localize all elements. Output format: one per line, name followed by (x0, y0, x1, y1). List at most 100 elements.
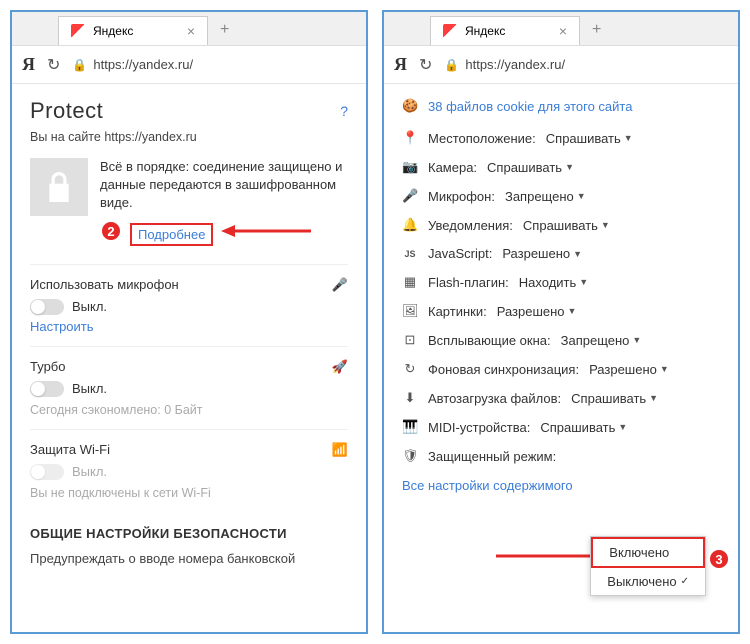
protect-title: Protect (30, 98, 103, 124)
tab-title: Яндекс (93, 24, 133, 38)
permission-label: Картинки: (428, 304, 487, 319)
permissions-list: 📍Местоположение:Спрашивать▼📷Камера:Спраш… (402, 130, 720, 464)
turbo-state: Выкл. (72, 381, 107, 396)
permission-value[interactable]: Спрашивать▼ (571, 391, 658, 406)
permission-label: Flash-плагин: (428, 275, 509, 290)
close-tab-icon[interactable]: × (559, 23, 567, 39)
reload-icon[interactable]: ↻ (47, 55, 60, 75)
url-field[interactable]: 🔒 https://yandex.ru/ (72, 57, 356, 72)
dropdown-option-off[interactable]: Выключено ✓ (591, 568, 705, 595)
new-tab-button[interactable]: + (580, 15, 613, 45)
caret-down-icon: ▼ (624, 133, 633, 143)
browser-tab[interactable]: Яндекс × (58, 16, 208, 45)
connection-status-text: Всё в порядке: соединение защищено и дан… (100, 158, 348, 213)
permission-icon: 🎹 (402, 419, 418, 435)
permission-label: Фоновая синхронизация: (428, 362, 579, 377)
permission-row[interactable]: 🔔 Уведомления: Спрашивать▼ (402, 217, 720, 233)
step-badge-2: 2 (100, 220, 122, 242)
mic-configure-link[interactable]: Настроить (30, 319, 348, 334)
permission-label: Всплывающие окна: (428, 333, 551, 348)
url-field[interactable]: 🔒 https://yandex.ru/ (444, 57, 728, 72)
tab-title: Яндекс (465, 24, 505, 38)
more-details-link[interactable]: Подробнее (130, 223, 213, 246)
permission-value[interactable]: Спрашивать▼ (540, 420, 627, 435)
permission-icon: ↻ (402, 361, 418, 377)
rocket-icon: 🚀 (332, 359, 348, 375)
caret-down-icon: ▼ (579, 277, 588, 287)
permission-label: Уведомления: (428, 218, 513, 233)
permission-row[interactable]: 📍 Местоположение: Спрашивать▼ (402, 130, 720, 146)
permission-row[interactable]: 🎹 MIDI-устройства: Спрашивать▼ (402, 419, 720, 435)
wifi-section: Защита Wi-Fi 📶 Выкл. Вы не подключены к … (30, 429, 348, 512)
permission-value[interactable]: Спрашивать▼ (487, 160, 574, 175)
yandex-logo-icon[interactable]: Я (394, 54, 407, 75)
permission-icon: ⬇ (402, 390, 418, 406)
cookie-icon: 🍪 (402, 98, 418, 114)
help-icon[interactable]: ? (340, 103, 348, 119)
permission-row[interactable]: ↻ Фоновая синхронизация: Разрешено▼ (402, 361, 720, 377)
permission-label: Микрофон: (428, 189, 495, 204)
permission-value[interactable]: Разрешено▼ (502, 246, 582, 261)
wifi-warn: Вы не подключены к сети Wi-Fi (30, 486, 348, 500)
url-text: https://yandex.ru/ (465, 57, 565, 72)
permission-row[interactable]: JSJavaScript:Разрешено▼ (402, 246, 720, 261)
permission-value[interactable]: Разрешено▼ (589, 362, 669, 377)
permission-row[interactable]: ⬇Автозагрузка файлов:Спрашивать▼ (402, 390, 720, 406)
reload-icon[interactable]: ↻ (419, 55, 432, 75)
protect-panel: Protect ? Вы на сайте https://yandex.ru … (12, 84, 366, 632)
tab-bar: Яндекс × + (384, 12, 738, 46)
caret-down-icon: ▼ (618, 422, 627, 432)
browser-window-left: Яндекс × + Я ↻ 🔒 https://yandex.ru/ Prot… (10, 10, 368, 634)
permission-value[interactable]: Разрешено▼ (497, 304, 577, 319)
close-tab-icon[interactable]: × (187, 23, 195, 39)
step-badge-3: 3 (708, 548, 730, 570)
security-settings-heading: ОБЩИЕ НАСТРОЙКИ БЕЗОПАСНОСТИ (30, 526, 348, 541)
permission-value[interactable]: Запрещено▼ (561, 333, 642, 348)
wifi-toggle (30, 464, 64, 480)
caret-down-icon: ▼ (573, 249, 582, 259)
permission-label: Защищенный режим: (428, 449, 556, 464)
permission-icon: 📍 (402, 130, 418, 146)
permission-value[interactable]: Спрашивать▼ (546, 131, 633, 146)
yandex-favicon (443, 24, 457, 38)
lock-icon[interactable]: 🔒 (444, 58, 459, 72)
permission-icon: ▦ (402, 274, 418, 290)
microphone-section: Использовать микрофон 🎤 Выкл. Настроить (30, 264, 348, 346)
caret-down-icon: ▼ (565, 162, 574, 172)
browser-tab[interactable]: Яндекс × (430, 16, 580, 45)
turbo-section: Турбо 🚀 Выкл. Сегодня сэкономлено: 0 Бай… (30, 346, 348, 429)
caret-down-icon: ▼ (649, 393, 658, 403)
permission-value[interactable]: Находить▼ (519, 275, 588, 290)
tab-bar: Яндекс × + (12, 12, 366, 46)
permission-row[interactable]: ▦ Flash-плагин: Находить▼ (402, 274, 720, 290)
new-tab-button[interactable]: + (208, 15, 241, 45)
permission-row[interactable]: 🛡 Защищенный режим: (402, 448, 720, 464)
permission-label: Камера: (428, 160, 477, 175)
permission-icon: 🔔 (402, 217, 418, 233)
cookies-link[interactable]: 38 файлов cookie для этого сайта (428, 99, 632, 114)
permission-label: MIDI-устройства: (428, 420, 530, 435)
permission-row[interactable]: 🖼Картинки:Разрешено▼ (402, 303, 720, 319)
permission-icon: 🎤 (402, 188, 418, 204)
permission-row[interactable]: 📷Камера:Спрашивать▼ (402, 159, 720, 175)
turbo-toggle[interactable] (30, 381, 64, 397)
permission-row[interactable]: ⊡Всплывающие окна:Запрещено▼ (402, 332, 720, 348)
address-bar: Я ↻ 🔒 https://yandex.ru/ (12, 46, 366, 84)
permission-value[interactable]: Спрашивать▼ (523, 218, 610, 233)
all-content-settings-link[interactable]: Все настройки содержимого (402, 478, 720, 493)
permissions-panel: 🍪 38 файлов cookie для этого сайта 📍 Мест… (384, 84, 738, 632)
connection-lock-icon (30, 158, 88, 216)
permission-icon: 🛡 (402, 448, 418, 464)
address-bar: Я ↻ 🔒 https://yandex.ru/ (384, 46, 738, 84)
caret-down-icon: ▼ (660, 364, 669, 374)
yandex-logo-icon[interactable]: Я (22, 54, 35, 75)
permission-label: Местоположение: (428, 131, 536, 146)
permission-label: JavaScript: (428, 246, 492, 261)
permission-value[interactable]: Запрещено▼ (505, 189, 586, 204)
mic-toggle[interactable] (30, 299, 64, 315)
dropdown-option-on[interactable]: Включено (591, 537, 705, 568)
permission-row[interactable]: 🎤 Микрофон: Запрещено▼ (402, 188, 720, 204)
url-text: https://yandex.ru/ (93, 57, 193, 72)
wifi-icon: 📶 (332, 442, 348, 458)
lock-icon[interactable]: 🔒 (72, 58, 87, 72)
